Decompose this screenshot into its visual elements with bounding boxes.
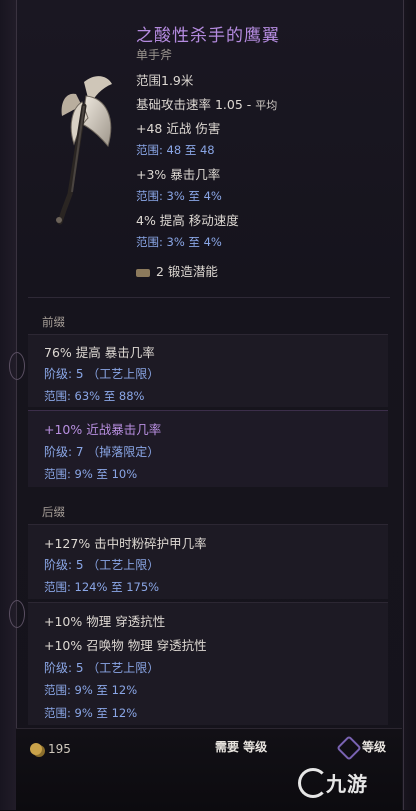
- attack-speed-tag: 平均: [255, 99, 278, 112]
- suffix-mod-1-range: 范围: 124% 至 175%: [44, 580, 160, 594]
- prefix-mod-1-range: 范围: 63% 至 88%: [44, 389, 145, 403]
- suffix-mod-2-tier: 阶级: 5 （工艺上限）: [44, 661, 160, 675]
- stat-move-speed: 4% 提高 移动速度: [136, 213, 239, 228]
- gold-value: 195: [48, 742, 71, 756]
- watermark: 九游: [326, 772, 368, 796]
- suffix-mod-2-line-1: +10% 物理 穿透抗性: [44, 614, 166, 629]
- stat-crit-chance-range: 范围: 3% 至 4%: [136, 189, 222, 203]
- watermark-logo-icon: [298, 768, 328, 798]
- stat-melee-damage: +48 近战 伤害: [136, 121, 221, 136]
- prefix-label: 前缀: [42, 315, 65, 329]
- attack-speed-label: 基础攻击速率 1.05 -: [136, 97, 256, 112]
- gold-coin-icon: [30, 743, 42, 755]
- divider: [28, 297, 390, 298]
- suffix-mod-1-tier: 阶级: 5 （工艺上限）: [44, 558, 160, 572]
- prefix-mod-1-line: 76% 提高 暴击几率: [44, 345, 155, 360]
- prefix-mod-1-tier: 阶级: 5 （工艺上限）: [44, 367, 160, 381]
- forge-potential-label: 2 锻造潜能: [156, 264, 218, 279]
- suffix-mod-2-line-2: +10% 召唤物 物理 穿透抗性: [44, 638, 207, 653]
- stat-melee-damage-range: 范围: 48 至 48: [136, 143, 215, 157]
- item-type: 单手斧: [136, 48, 173, 62]
- item-name: 之酸性杀手的鹰翼: [136, 26, 280, 46]
- stat-move-speed-range: 范围: 3% 至 4%: [136, 235, 222, 249]
- ornament-icon: [9, 600, 25, 628]
- forge-potential: 2 锻造潜能: [136, 261, 218, 280]
- suffix-mod-2-range-1: 范围: 9% 至 12%: [44, 683, 138, 697]
- stat-range: 范围1.9米: [136, 73, 194, 88]
- suffix-mod-1-line: +127% 击中时粉碎护甲几率: [44, 536, 207, 551]
- anvil-icon: [136, 268, 150, 277]
- suffix-label: 后缀: [42, 505, 65, 519]
- prefix-mod-2-range: 范围: 9% 至 10%: [44, 467, 138, 481]
- prefix-mod-2-tier: 阶级: 7 （掉落限定）: [44, 445, 160, 459]
- ornament-icon: [9, 352, 25, 380]
- axe-weapon-icon: [56, 76, 112, 225]
- stat-crit-chance: +3% 暴击几率: [136, 167, 221, 182]
- suffix-mod-2-range-2: 范围: 9% 至 12%: [44, 706, 138, 720]
- stat-attack-speed: 基础攻击速率 1.05 - 平均: [136, 94, 277, 113]
- prefix-mod-2-line: +10% 近战暴击几率: [44, 422, 162, 437]
- level-requirement-2: 等级: [362, 740, 387, 754]
- level-requirement: 需要 等级: [215, 740, 268, 754]
